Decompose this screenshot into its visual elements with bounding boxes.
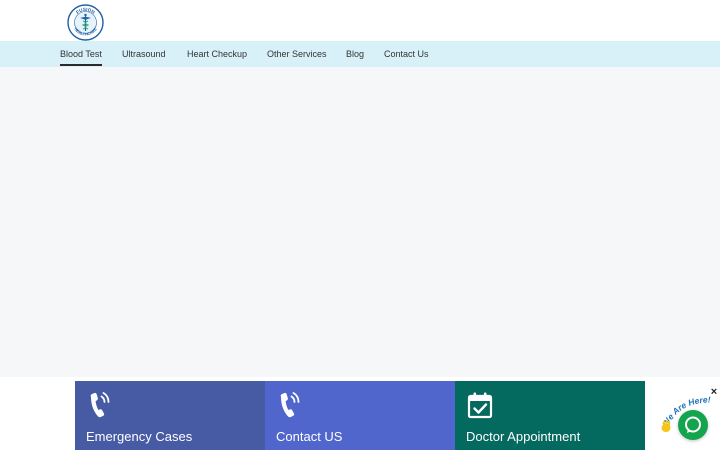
card-emergency-cases[interactable]: Emergency Cases [75, 381, 265, 450]
nav-item-heart-checkup[interactable]: Heart Checkup [187, 41, 247, 67]
card-contact-us[interactable]: Contact US [265, 381, 455, 450]
nav-item-blood-test[interactable]: Blood Test [60, 41, 102, 67]
hero-banner [0, 67, 720, 377]
caduceus-logo-icon: FUSION HEALTHCARE [67, 4, 104, 41]
phone-ringing-icon [280, 392, 300, 418]
chat-bubble-icon [685, 416, 701, 433]
nav-item-blog[interactable]: Blog [346, 41, 364, 67]
card-doctor-appointment[interactable]: Doctor Appointment [455, 381, 645, 450]
card-title: Emergency Cases [86, 429, 193, 444]
card-title: Doctor Appointment [466, 429, 581, 444]
top-header: FUSION HEALTHCARE [0, 0, 720, 41]
nav-item-other-services[interactable]: Other Services [267, 41, 327, 67]
main-nav: Blood Test Ultrasound Heart Checkup Othe… [0, 41, 720, 67]
nav-item-contact-us[interactable]: Contact Us [384, 41, 429, 67]
nav-item-ultrasound[interactable]: Ultrasound [122, 41, 166, 67]
card-title: Contact US [276, 429, 343, 444]
phone-ringing-icon [90, 392, 110, 418]
chat-launcher-button[interactable] [678, 410, 708, 440]
site-logo[interactable]: FUSION HEALTHCARE [67, 4, 104, 41]
calendar-check-icon [467, 392, 493, 419]
